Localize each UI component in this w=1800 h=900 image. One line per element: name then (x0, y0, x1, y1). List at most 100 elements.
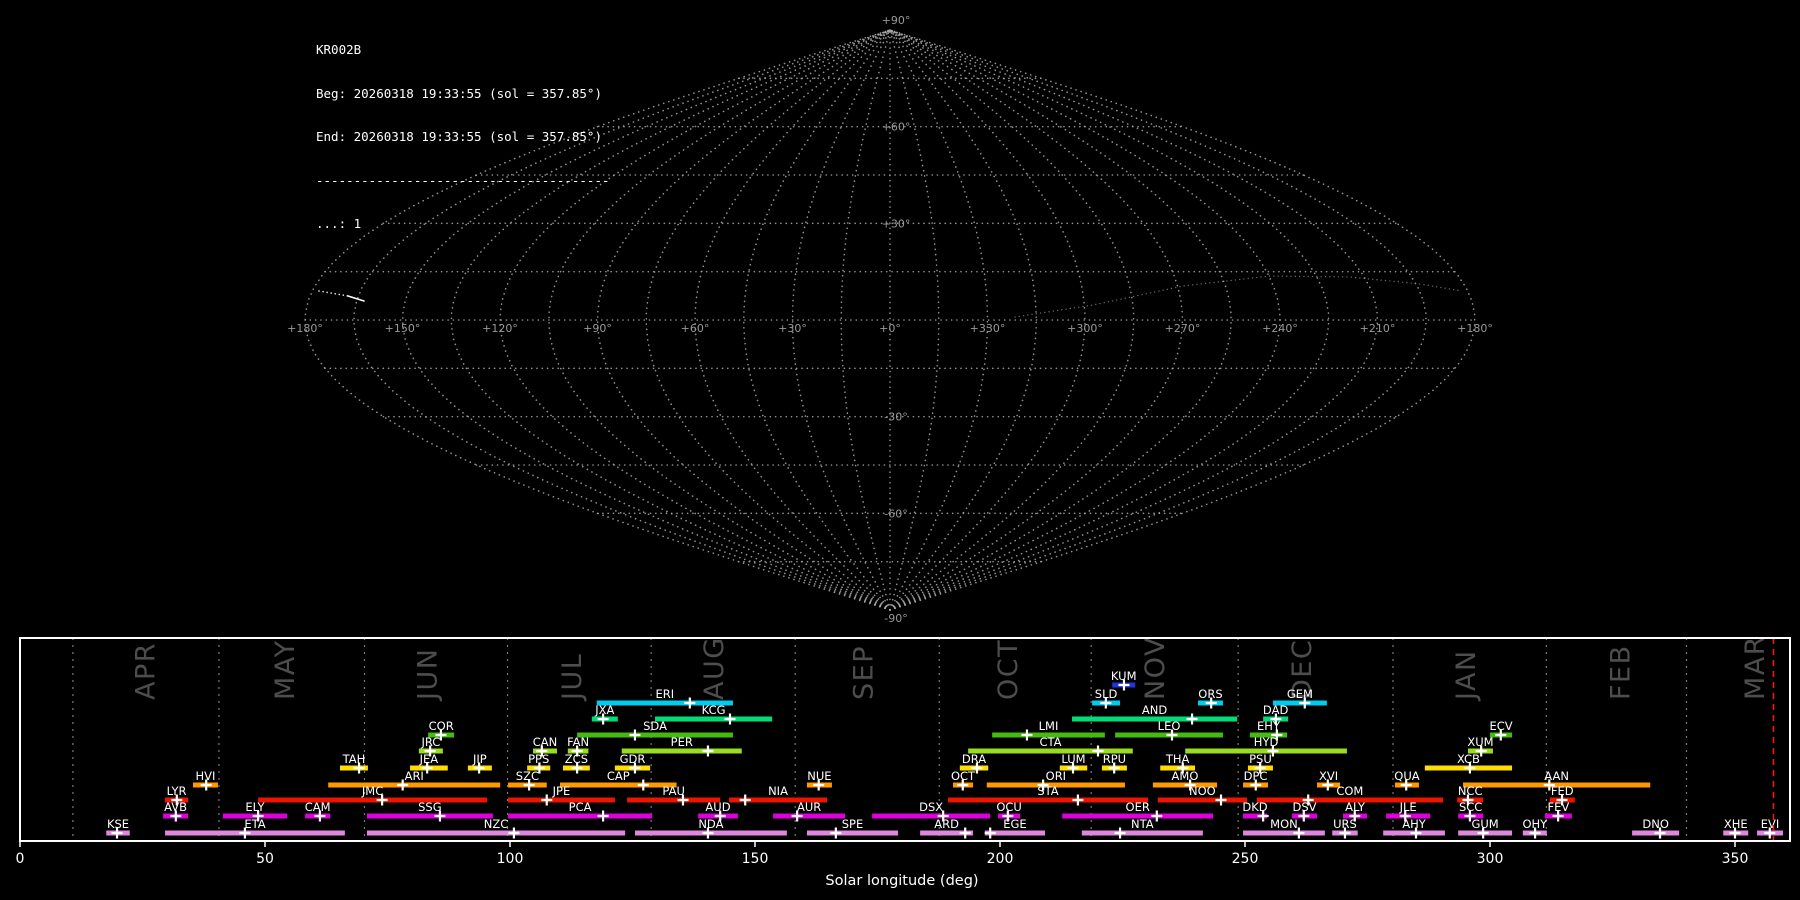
radiant-track-dotted (318, 290, 349, 297)
shower-bar (165, 830, 345, 836)
x-axis-title: Solar longitude (deg) (825, 873, 978, 889)
shower-bar (1243, 830, 1325, 836)
shower-peak-marker (830, 827, 842, 839)
shower-peak-marker (739, 794, 751, 806)
shower-label: AAN (1544, 769, 1569, 783)
radiant-sky-map: +180° +150° +120° +90° +60° +30° +0° +330° +300°… (287, 14, 1493, 625)
shower-peak-marker (637, 779, 649, 791)
x-tick-label: 250 (1232, 851, 1259, 867)
shower-label: MON (1270, 817, 1298, 831)
map-longitude-label: +180° (1457, 322, 1493, 335)
shower-peak-marker (984, 827, 996, 839)
map-latitude-label: +60° (882, 121, 911, 134)
x-tick-label: 300 (1477, 851, 1504, 867)
shower-bar (366, 830, 626, 836)
shower-label: DRA (962, 752, 986, 766)
month-label: JAN (1451, 649, 1482, 702)
end-time-line: End: 20260318 19:33:55 (sol = 357.85°) (316, 129, 602, 144)
meridian-gridline (791, 29, 891, 611)
map-latitude-label: +90° (882, 14, 911, 27)
shower-label: ELY (245, 800, 265, 814)
shower-label: HYD (1254, 735, 1279, 749)
shower-bar (872, 813, 991, 819)
shower-bar (366, 813, 493, 819)
shower-label: LEO (1158, 719, 1181, 733)
shower-label: ARI (405, 769, 424, 783)
shower-label: CAN (533, 735, 558, 749)
shower-label: KCG (702, 703, 726, 717)
begin-time-line: Beg: 20260318 19:33:55 (sol = 357.85°) (316, 85, 602, 101)
x-tick-label: 200 (987, 851, 1014, 867)
map-longitude-label: +210° (1360, 322, 1396, 335)
observation-header: KR002B Beg: 20260318 19:33:55 (sol = 357… (316, 14, 610, 261)
radiant-count-line: ...: 1 (316, 216, 362, 231)
meridian-gridline (889, 29, 1330, 611)
month-label: SEP (848, 645, 879, 700)
shower-peak-marker (1021, 729, 1033, 741)
shower-label: JLE (1399, 800, 1417, 814)
shower-label: XCB (1457, 752, 1480, 766)
shower-activity-chart: APR MAY JUN JUL AUG SEP OCT NOV DEC JAN FEB MARKUME… (16, 636, 1791, 889)
map-latitude-label: -30° (884, 411, 907, 424)
map-longitude-label: +150° (385, 322, 421, 335)
shower-label: JMC (361, 784, 383, 798)
month-label: JUL (557, 653, 588, 702)
month-label: MAR (1740, 636, 1771, 700)
map-longitude-label: +30° (778, 322, 807, 335)
month-label: JUN (412, 648, 443, 702)
shower-label: ETA (244, 817, 265, 831)
shower-bar (806, 830, 899, 836)
station-code: KR002B (316, 42, 362, 57)
shower-peak-marker (629, 729, 641, 741)
shower-label: NDA (698, 817, 723, 831)
map-latitude-label: +30° (882, 217, 911, 230)
shower-peak-marker (959, 827, 971, 839)
shower-label: JXA (594, 703, 614, 717)
shower-peak-marker (1215, 794, 1227, 806)
map-longitude-label: +0° (879, 322, 901, 335)
shower-label: OCU (996, 800, 1022, 814)
map-longitude-label: +240° (1262, 322, 1298, 335)
shower-bar (1081, 830, 1203, 836)
map-longitude-label: +300° (1067, 322, 1103, 335)
map-latitude-label: -60° (884, 507, 907, 520)
map-longitude-label: +120° (482, 322, 518, 335)
shower-label: DNO (1642, 817, 1669, 831)
shower-bar (948, 797, 1148, 803)
shower-bar (655, 716, 773, 722)
shower-label: EGE (1003, 817, 1026, 831)
month-label: NOV (1140, 636, 1171, 700)
shower-label: NIA (768, 784, 788, 798)
shower-peak-marker (1186, 713, 1198, 725)
shower-label: CAM (305, 800, 331, 814)
x-tick-label: 0 (16, 851, 25, 867)
shower-label: SPE (842, 817, 864, 831)
shower-bar (577, 732, 733, 738)
meteor-tool-screen: KR002B Beg: 20260318 19:33:55 (sol = 357… (0, 0, 1800, 900)
shower-bar (1072, 716, 1238, 722)
shower-label: OER (1126, 800, 1150, 814)
month-label: OCT (993, 639, 1024, 700)
shower-label: TAH (342, 752, 366, 766)
map-longitude-label: +270° (1165, 322, 1201, 335)
shower-label: JEA (419, 752, 439, 766)
shower-label: AUD (705, 800, 730, 814)
radiant-track-solid (347, 295, 365, 302)
shower-label: DSX (919, 800, 943, 814)
ecliptic-line (1014, 275, 1463, 318)
shower-bar (1157, 797, 1247, 803)
shower-bar (559, 782, 677, 788)
x-tick-label: 50 (256, 851, 274, 867)
map-longitude-label: +60° (681, 322, 710, 335)
map-longitude-label: +330° (970, 322, 1006, 335)
shower-label: SDA (643, 719, 667, 733)
shower-label: THA (1165, 752, 1190, 766)
shower-bar (508, 797, 615, 803)
month-label: AUG (699, 636, 730, 700)
shower-label: STA (1037, 784, 1058, 798)
shower-label: NTA (1131, 817, 1154, 831)
shower-label: AUR (797, 800, 821, 814)
map-latitude-label: -90° (884, 612, 907, 625)
map-longitude-label: +180° (287, 322, 323, 335)
shower-label: NOO (1189, 784, 1216, 798)
